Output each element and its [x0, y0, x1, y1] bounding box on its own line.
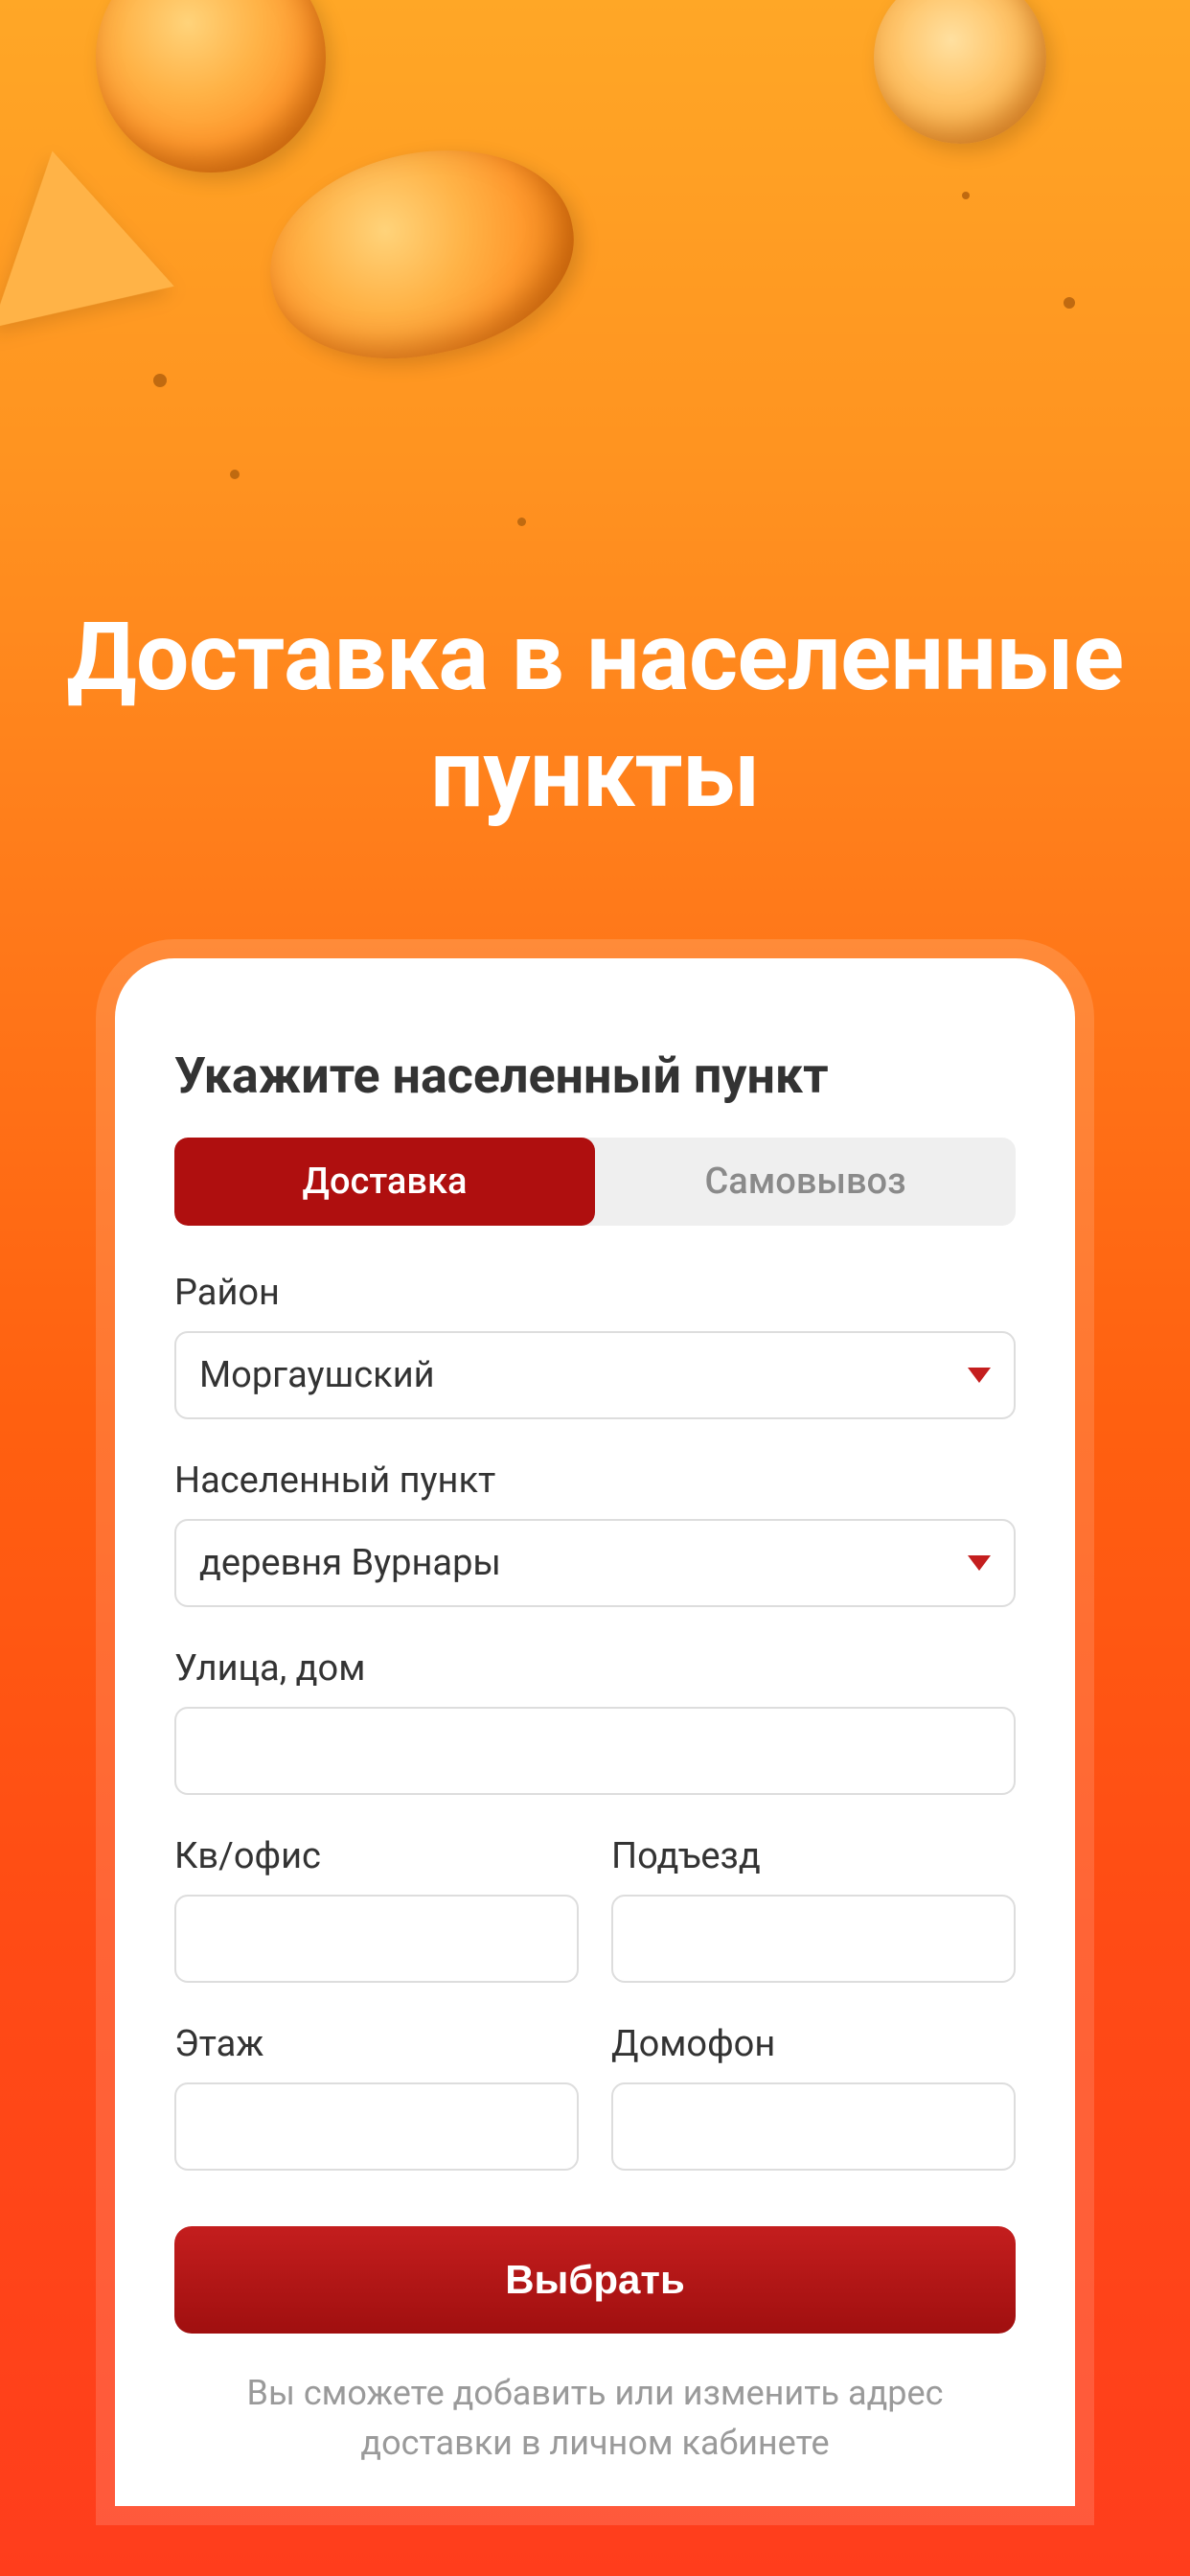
entrance-input[interactable] [611, 1895, 1016, 1983]
apt-label: Кв/офис [174, 1835, 579, 1877]
locality-select[interactable]: деревня Вурнары [174, 1519, 1016, 1607]
tab-pickup-label: Самовывоз [704, 1161, 905, 1203]
locality-label: Населенный пункт [174, 1460, 1016, 1502]
seed-decor-icon [517, 518, 526, 526]
address-card: Укажите населенный пункт Доставка Самовы… [115, 958, 1075, 2506]
entrance-label: Подъезд [611, 1835, 1016, 1877]
card-title: Укажите населенный пункт [174, 1046, 1016, 1105]
seed-decor-icon [230, 470, 240, 479]
district-selected-value: Моргаушский [199, 1354, 435, 1396]
locality-selected-value: деревня Вурнары [199, 1542, 501, 1584]
chevron-down-icon [968, 1555, 991, 1571]
intercom-input[interactable] [611, 2082, 1016, 2171]
seed-decor-icon [1064, 297, 1075, 309]
district-select[interactable]: Моргаушский [174, 1331, 1016, 1419]
hero-title: Доставка в населенные пункты [0, 599, 1190, 832]
submit-button-label: Выбрать [505, 2257, 685, 2302]
submit-button[interactable]: Выбрать [174, 2226, 1016, 2334]
seed-decor-icon [153, 374, 167, 387]
floor-input[interactable] [174, 2082, 579, 2171]
district-label: Район [174, 1272, 1016, 1314]
hero-background-decor [0, 0, 1190, 575]
intercom-label: Домофон [611, 2023, 1016, 2065]
address-hint-text: Вы сможете добавить или изменить адрес д… [174, 2368, 1016, 2468]
orange-decor-icon [251, 124, 593, 384]
seed-decor-icon [962, 192, 970, 199]
orange-decor-icon [874, 0, 1046, 144]
orange-wedge-icon [0, 151, 174, 396]
apt-input[interactable] [174, 1895, 579, 1983]
tab-delivery[interactable]: Доставка [174, 1138, 595, 1226]
tab-delivery-label: Доставка [303, 1161, 468, 1203]
street-input[interactable] [174, 1707, 1016, 1795]
chevron-down-icon [968, 1368, 991, 1383]
floor-label: Этаж [174, 2023, 579, 2065]
street-label: Улица, дом [174, 1647, 1016, 1690]
tab-pickup[interactable]: Самовывоз [595, 1138, 1016, 1226]
orange-decor-icon [96, 0, 326, 172]
delivery-mode-tabs: Доставка Самовывоз [174, 1138, 1016, 1226]
